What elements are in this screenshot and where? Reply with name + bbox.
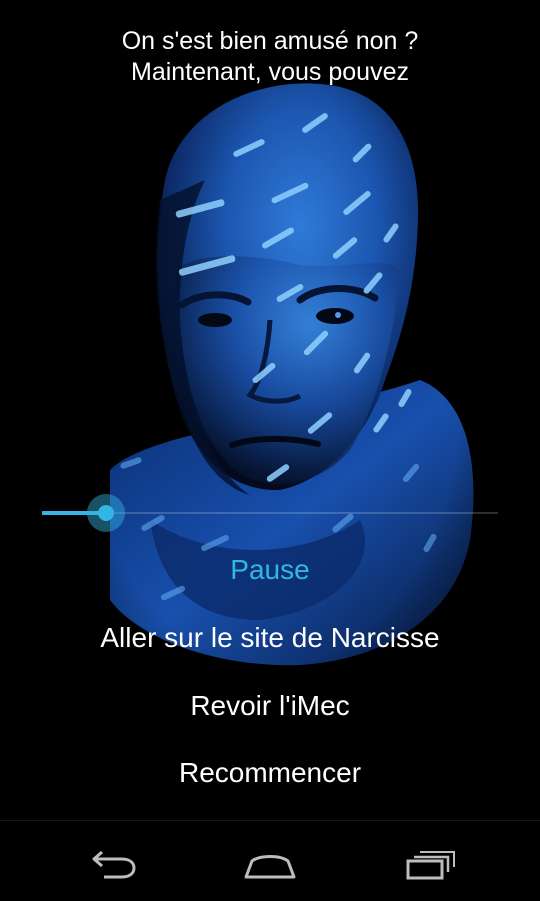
navigation-bar	[0, 820, 540, 901]
video-seek-bar[interactable]	[42, 494, 498, 532]
home-icon[interactable]	[240, 847, 300, 881]
app-screen: On s'est bien amusé non ? Maintenant, vo…	[0, 0, 540, 820]
recent-apps-icon[interactable]	[400, 847, 460, 881]
back-icon[interactable]	[82, 847, 142, 881]
visit-narcisse-site-button[interactable]: Aller sur le site de Narcisse	[0, 618, 540, 658]
seek-thumb[interactable]	[98, 505, 114, 521]
pause-button[interactable]: Pause	[0, 550, 540, 590]
header-message: On s'est bien amusé non ? Maintenant, vo…	[0, 26, 540, 88]
header-line-2: Maintenant, vous pouvez	[131, 58, 409, 86]
replay-imec-button[interactable]: Revoir l'iMec	[0, 686, 540, 726]
header-line-1: On s'est bien amusé non ?	[121, 27, 419, 55]
restart-button[interactable]: Recommencer	[0, 753, 540, 793]
